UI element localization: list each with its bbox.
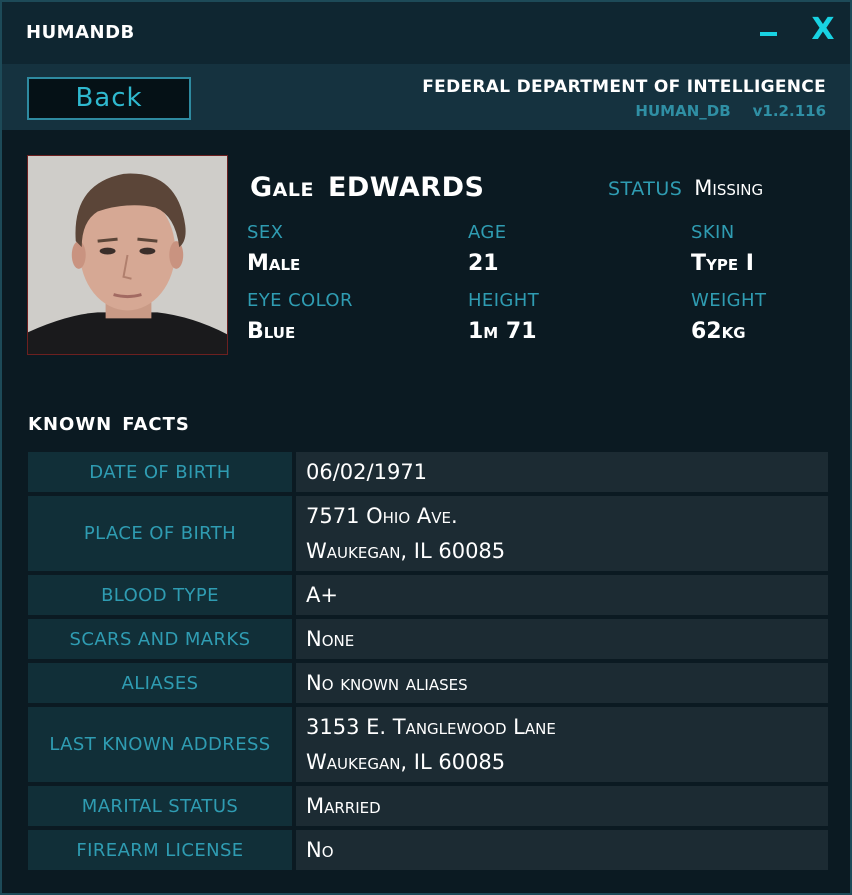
weight-field: WEIGHT 62kg	[691, 290, 852, 344]
known-facts-title-word-2: FACTS	[122, 414, 190, 435]
eye-color-label: EYE COLOR	[247, 290, 353, 311]
fact-value: 3153 E. Tanglewood Lane Waukegan, IL 6008…	[296, 707, 828, 782]
app-title: HUMANDB	[26, 22, 135, 43]
person-photo	[27, 155, 228, 355]
fact-value-line: Waukegan, IL 60085	[306, 749, 506, 774]
table-row: PLACE OF BIRTH 7571 Ohio Ave. Waukegan, I…	[28, 496, 828, 571]
fact-value-line: 3153 E. Tanglewood Lane	[306, 714, 556, 739]
status-value: Missing	[694, 176, 764, 200]
db-version-line: HUMAN_DB v1.2.116	[635, 102, 826, 120]
eye-color-field: EYE COLOR Blue	[247, 290, 447, 344]
known-facts-title-word-1: KNOWN	[28, 414, 113, 435]
fact-label: DATE OF BIRTH	[28, 452, 292, 492]
fact-value-line: Waukegan, IL 60085	[306, 538, 506, 563]
fact-value: None	[296, 619, 828, 659]
table-row: FIREARM LICENSE No	[28, 830, 828, 870]
sex-value: Male	[247, 251, 301, 276]
table-row: BLOOD TYPE A+	[28, 575, 828, 615]
fact-value-line: 06/02/1971	[306, 459, 428, 484]
fact-value-line: No known aliases	[306, 670, 468, 695]
known-facts-table: DATE OF BIRTH 06/02/1971 PLACE OF BIRTH …	[28, 452, 828, 874]
db-version: v1.2.116	[752, 102, 826, 120]
fact-value-line: Married	[306, 793, 381, 818]
db-name: HUMAN_DB	[635, 102, 731, 120]
weight-label: WEIGHT	[691, 290, 767, 311]
table-row: ALIASES No known aliases	[28, 663, 828, 703]
first-name: Gale	[250, 172, 314, 203]
fact-value: Married	[296, 786, 828, 826]
person-name: Gale EDWARDS	[250, 172, 484, 203]
fact-label: BLOOD TYPE	[28, 575, 292, 615]
fact-label: LAST KNOWN ADDRESS	[28, 707, 292, 782]
height-label: HEIGHT	[468, 290, 540, 311]
fact-value: A+	[296, 575, 828, 615]
fact-label: FIREARM LICENSE	[28, 830, 292, 870]
fact-value-line: A+	[306, 582, 338, 607]
age-value: 21	[468, 251, 499, 276]
sex-label: SEX	[247, 222, 284, 243]
sex-field: SEX Male	[247, 222, 447, 276]
profile-panel: Gale EDWARDS STATUS Missing SEX Male AGE 2…	[2, 130, 850, 893]
fact-value: 7571 Ohio Ave. Waukegan, IL 60085	[296, 496, 828, 571]
title-bar: HUMANDB X	[2, 2, 850, 64]
height-value: 1m 71	[468, 319, 537, 344]
table-row: SCARS AND MARKS None	[28, 619, 828, 659]
portrait-image	[28, 156, 227, 354]
age-field: AGE 21	[468, 222, 668, 276]
status-field: STATUS Missing	[608, 176, 763, 200]
agency-name: FEDERAL DEPARTMENT OF INTELLIGENCE	[422, 77, 826, 97]
fact-value-line: None	[306, 626, 355, 651]
status-label: STATUS	[608, 178, 683, 200]
table-row: DATE OF BIRTH 06/02/1971	[28, 452, 828, 492]
close-icon[interactable]: X	[808, 12, 838, 48]
fact-value: No	[296, 830, 828, 870]
fact-value: No known aliases	[296, 663, 828, 703]
skin-label: SKIN	[691, 222, 735, 243]
weight-value: 62kg	[691, 319, 746, 344]
back-button[interactable]: Back	[27, 77, 191, 120]
fact-label: ALIASES	[28, 663, 292, 703]
age-label: AGE	[468, 222, 507, 243]
fact-value-line: 7571 Ohio Ave.	[306, 503, 458, 528]
fact-label: SCARS AND MARKS	[28, 619, 292, 659]
skin-value: Type I	[691, 251, 754, 276]
table-row: MARITAL STATUS Married	[28, 786, 828, 826]
last-name: EDWARDS	[327, 172, 485, 203]
fact-value-line: No	[306, 837, 334, 862]
humandb-window: HUMANDB X Back FEDERAL DEPARTMENT OF INT…	[0, 0, 852, 895]
fact-label: MARITAL STATUS	[28, 786, 292, 826]
height-field: HEIGHT 1m 71	[468, 290, 668, 344]
fact-label: PLACE OF BIRTH	[28, 496, 292, 571]
eye-color-value: Blue	[247, 319, 296, 344]
header-bar: Back FEDERAL DEPARTMENT OF INTELLIGENCE …	[2, 64, 850, 130]
table-row: LAST KNOWN ADDRESS 3153 E. Tanglewood La…	[28, 707, 828, 782]
known-facts-title: KNOWN FACTS	[28, 414, 190, 435]
fact-value: 06/02/1971	[296, 452, 828, 492]
minimize-icon[interactable]	[760, 32, 777, 36]
skin-field: SKIN Type I	[691, 222, 852, 276]
